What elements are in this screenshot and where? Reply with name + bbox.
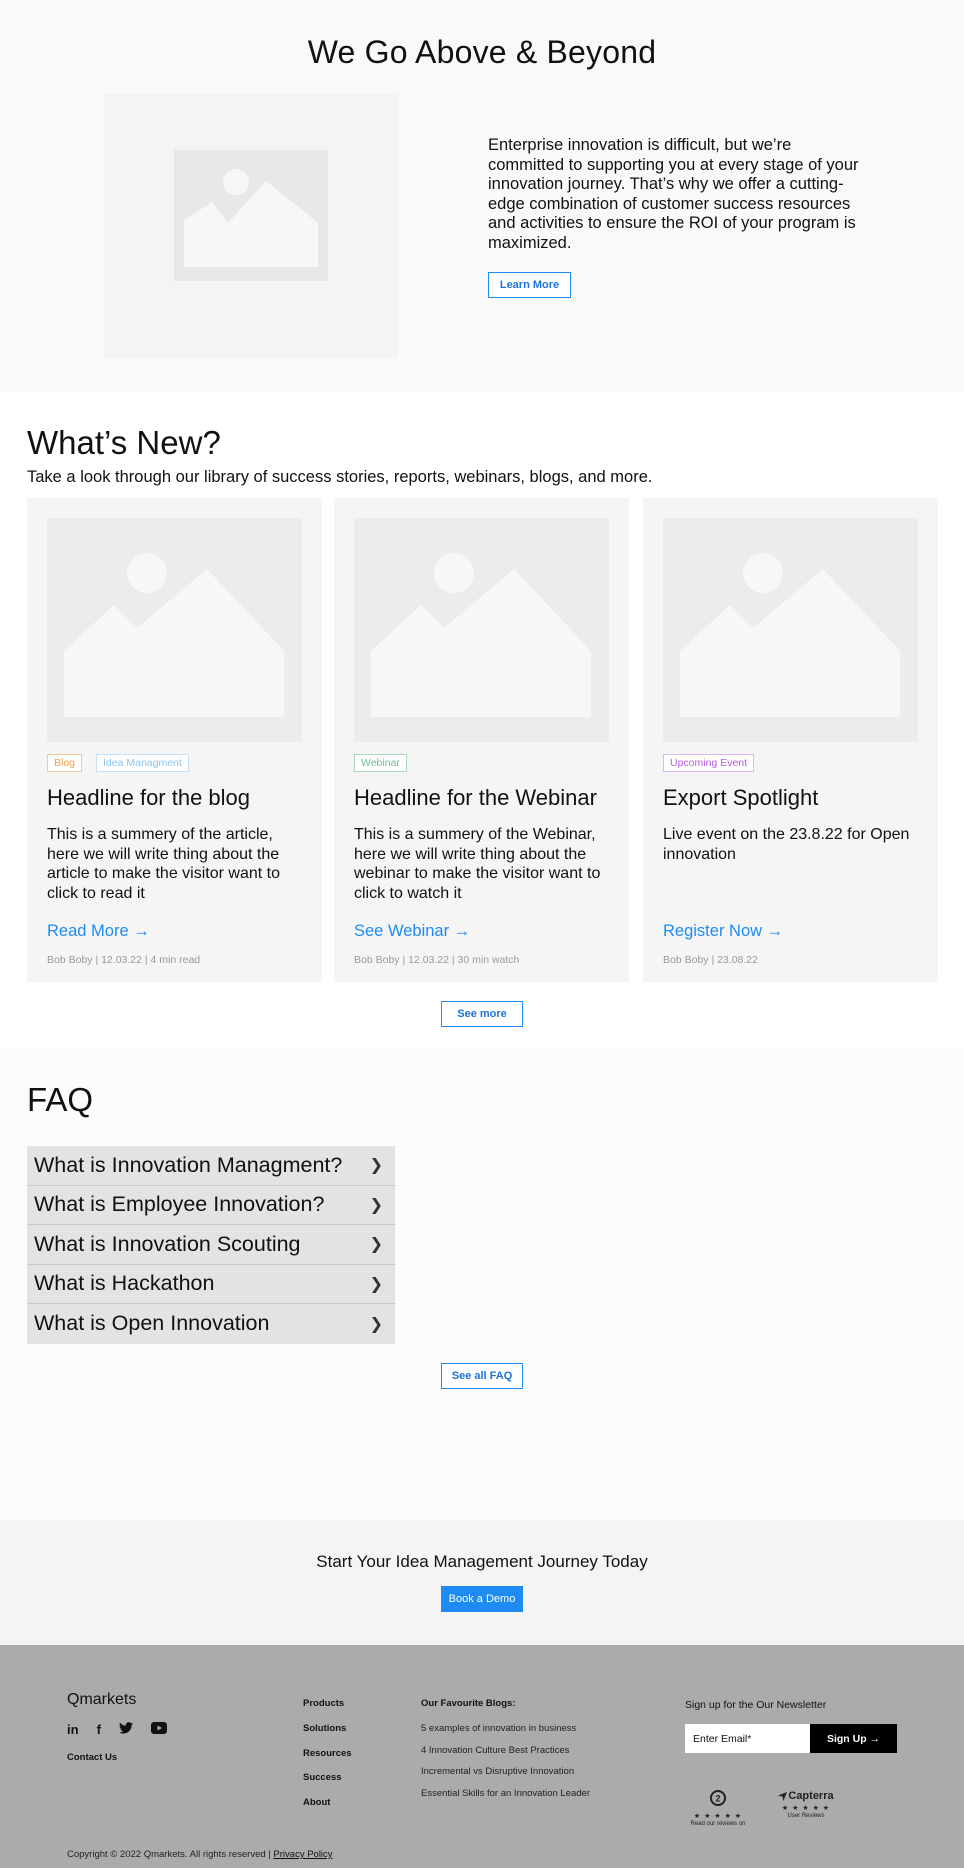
blog-card[interactable]: Blog Idea Managment Headline for the blo… <box>27 498 322 982</box>
above-beyond-title: We Go Above & Beyond <box>307 34 657 70</box>
book-demo-button[interactable]: Book a Demo <box>441 1586 523 1612</box>
blog-link[interactable]: Essential Skills for an Innovation Leade… <box>421 1788 590 1810</box>
g2-logo-icon: 2 <box>710 1790 726 1806</box>
capterra-badge[interactable]: Capterra ★ ★ ★ ★ ★ User Reviews <box>776 1790 836 1819</box>
footer: Qmarkets in f Contact Us Products Soluti… <box>0 1645 964 1868</box>
tag-upcoming-event[interactable]: Upcoming Event <box>663 754 755 772</box>
tag-blog[interactable]: Blog <box>47 754 83 772</box>
youtube-icon[interactable] <box>150 1722 167 1737</box>
faq-title: FAQ <box>27 1081 94 1118</box>
image-placeholder-icon <box>680 553 900 717</box>
chevron-right-icon: ❯ <box>369 1196 383 1214</box>
chevron-right-icon: ❯ <box>369 1315 383 1333</box>
g2-stars: ★ ★ ★ ★ ★ <box>693 1813 743 1820</box>
above-beyond-image <box>104 94 398 358</box>
faq-item[interactable]: What is Employee Innovation? ❯ <box>27 1185 395 1225</box>
cta-heading: Start Your Idea Management Journey Today <box>316 1552 648 1571</box>
footer-blogs: Our Favourite Blogs: 5 examples of innov… <box>421 1698 590 1809</box>
see-more-button[interactable]: See more <box>441 1001 523 1027</box>
g2-badge[interactable]: 2 ★ ★ ★ ★ ★ Read our reviews on <box>686 1790 750 1827</box>
capterra-caption: User Reviews <box>787 1813 825 1819</box>
faq-item[interactable]: What is Innovation Scouting ❯ <box>27 1225 395 1265</box>
card-summary: Live event on the 23.8.22 for Open innov… <box>663 826 910 863</box>
whats-new-title: What’s New? <box>27 424 221 461</box>
register-now-link[interactable]: Register Now → <box>663 922 783 941</box>
chevron-right-icon: ❯ <box>369 1275 383 1293</box>
twitter-icon[interactable] <box>118 1722 133 1737</box>
sign-up-button[interactable]: Sign Up → <box>810 1724 897 1753</box>
copyright: Copyright © 2022 Qmarkets. All rights re… <box>67 1849 333 1860</box>
newsletter-label: Sign up for the Our Newsletter <box>685 1699 827 1711</box>
cta-section: Start Your Idea Management Journey Today… <box>0 1520 964 1645</box>
faq-item[interactable]: What is Innovation Managment? ❯ <box>27 1146 395 1186</box>
card-meta: Bob Boby | 12.03.22 | 30 min watch <box>354 954 520 966</box>
linkedin-icon[interactable]: in <box>67 1722 79 1737</box>
tag-webinar[interactable]: Webinar <box>354 754 407 772</box>
blog-link[interactable]: 4 Innovation Culture Best Practices <box>421 1745 590 1767</box>
svg-text:2: 2 <box>715 1794 720 1804</box>
image-placeholder-icon <box>64 553 284 717</box>
webinar-card[interactable]: Webinar Headline for the Webinar This is… <box>334 498 629 982</box>
footer-logo[interactable]: Qmarkets <box>67 1691 136 1709</box>
image-placeholder-icon <box>174 150 328 281</box>
faq-section: FAQ What is Innovation Managment? ❯ What… <box>0 1048 964 1520</box>
learn-more-button[interactable]: Learn More <box>488 272 571 298</box>
card-summary: This is a summery of the article, here w… <box>47 826 280 902</box>
privacy-policy-link[interactable]: Privacy Policy <box>273 1849 332 1860</box>
faq-list: What is Innovation Managment? ❯ What is … <box>27 1146 395 1344</box>
above-beyond-section: We Go Above & Beyond Enterprise innovati… <box>0 0 964 392</box>
see-all-faq-button[interactable]: See all FAQ <box>441 1363 523 1389</box>
footer-nav-about[interactable]: About <box>303 1797 352 1822</box>
footer-nav: Products Solutions Resources Success Abo… <box>303 1698 352 1822</box>
chevron-right-icon: ❯ <box>369 1236 383 1254</box>
footer-nav-solutions[interactable]: Solutions <box>303 1723 352 1748</box>
whats-new-subtitle: Take a look through our library of succe… <box>27 468 653 486</box>
image-placeholder-icon <box>371 553 591 717</box>
card-image <box>354 518 609 742</box>
faq-question: What is Innovation Scouting <box>34 1231 301 1256</box>
card-image <box>663 518 918 742</box>
facebook-icon[interactable]: f <box>97 1722 101 1737</box>
g2-caption: Read our reviews on <box>690 1821 746 1827</box>
above-beyond-description: Enterprise innovation is difficult, but … <box>488 136 859 252</box>
chevron-right-icon: ❯ <box>369 1157 383 1175</box>
event-card[interactable]: Upcoming Event Export Spotlight Live eve… <box>643 498 938 982</box>
card-meta: Bob Boby | 23.08.22 <box>663 954 758 966</box>
social-links: in f <box>67 1722 167 1737</box>
footer-nav-resources[interactable]: Resources <box>303 1748 352 1773</box>
blog-link[interactable]: 5 examples of innovation in business <box>421 1723 590 1745</box>
card-image <box>47 518 302 742</box>
blog-link[interactable]: Incremental vs Disruptive Innovation <box>421 1766 590 1788</box>
card-title: Headline for the blog <box>47 785 251 810</box>
contact-us-link[interactable]: Contact Us <box>67 1752 117 1763</box>
card-title: Export Spotlight <box>663 785 819 810</box>
capterra-name: Capterra <box>788 1790 834 1802</box>
email-field[interactable]: Enter Email* <box>685 1724 810 1753</box>
footer-nav-products[interactable]: Products <box>303 1698 352 1723</box>
faq-question: What is Open Innovation <box>34 1311 270 1336</box>
blogs-heading: Our Favourite Blogs: <box>421 1698 516 1709</box>
card-meta: Bob Boby | 12.03.22 | 4 min read <box>47 954 201 966</box>
faq-item[interactable]: What is Hackathon ❯ <box>27 1264 395 1304</box>
copyright-text: Copyright © 2022 Qmarkets. All rights re… <box>67 1849 271 1860</box>
whats-new-section: What’s New? Take a look through our libr… <box>0 392 964 1048</box>
card-summary: This is a summery of the Webinar, here w… <box>354 826 601 902</box>
footer-nav-success[interactable]: Success <box>303 1772 352 1797</box>
faq-item[interactable]: What is Open Innovation ❯ <box>27 1304 395 1344</box>
see-webinar-link[interactable]: See Webinar → <box>354 922 470 941</box>
tag-idea-management[interactable]: Idea Managment <box>96 754 189 772</box>
capterra-stars: ★ ★ ★ ★ ★ <box>781 1805 831 1812</box>
read-more-link[interactable]: Read More → <box>47 922 150 941</box>
faq-question: What is Employee Innovation? <box>34 1192 325 1217</box>
faq-question: What is Hackathon <box>34 1271 215 1296</box>
card-title: Headline for the Webinar <box>354 785 597 810</box>
faq-question: What is Innovation Managment? <box>34 1152 343 1177</box>
capterra-logo-icon <box>778 1791 788 1801</box>
